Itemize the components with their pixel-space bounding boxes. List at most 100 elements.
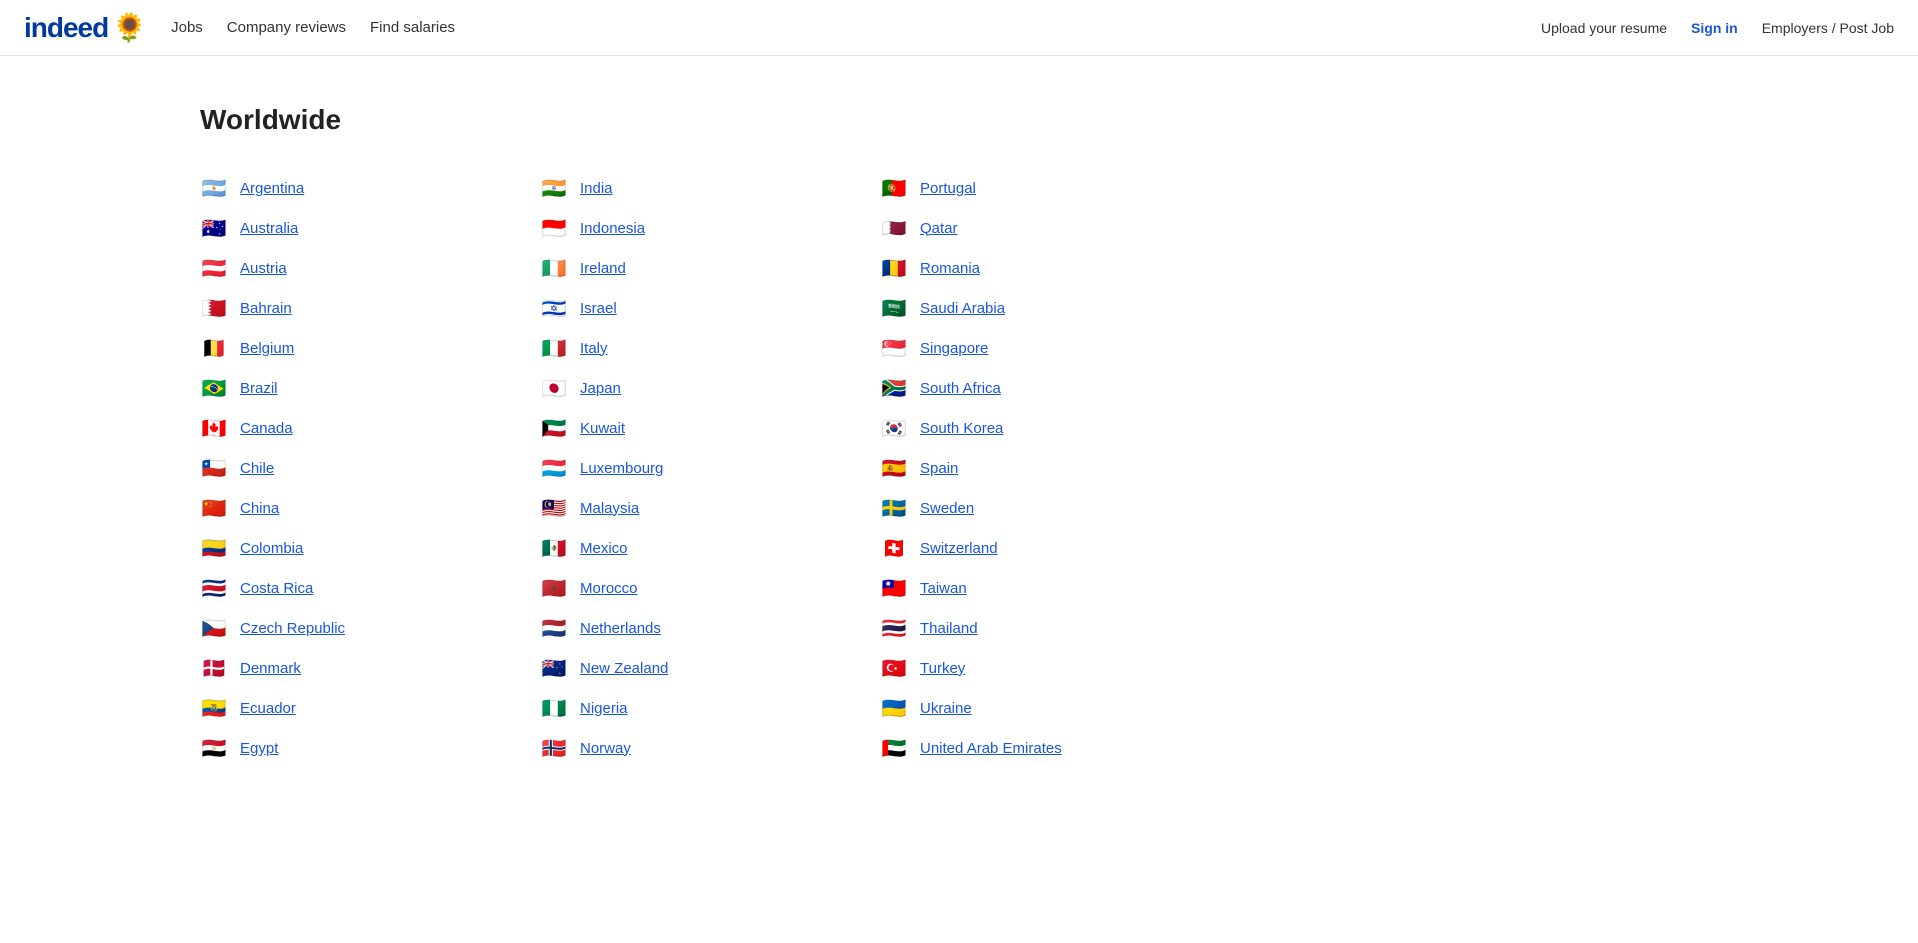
country-link[interactable]: Spain [920,460,958,477]
country-link[interactable]: Ukraine [920,700,972,717]
flag-icon: 🇦🇺 [200,218,228,238]
country-link[interactable]: Austria [240,260,287,277]
country-item[interactable]: 🇧🇷Brazil [200,368,480,408]
country-item[interactable]: 🇮🇪Ireland [540,248,820,288]
country-item[interactable]: 🇲🇾Malaysia [540,488,820,528]
country-link[interactable]: Luxembourg [580,460,663,477]
country-item[interactable]: 🇦🇺 Australia [200,208,480,248]
country-link[interactable]: Morocco [580,580,638,597]
employers-link[interactable]: Employers / Post Job [1762,20,1894,36]
country-link[interactable]: Qatar [920,220,958,237]
country-item[interactable]: 🇨🇴Colombia [200,528,480,568]
country-link[interactable]: Ecuador [240,700,296,717]
country-link[interactable]: Sweden [920,500,974,517]
country-link[interactable]: Brazil [240,380,278,397]
country-link[interactable]: Taiwan [920,580,967,597]
country-item[interactable]: 🇮🇳India [540,168,820,208]
country-item[interactable]: 🇯🇵Japan [540,368,820,408]
country-link[interactable]: Belgium [240,340,294,357]
country-item[interactable]: 🇧🇪Belgium [200,328,480,368]
country-item[interactable]: 🇹🇼Taiwan [880,568,1160,608]
sign-in-button[interactable]: Sign in [1691,20,1738,36]
country-item[interactable]: 🇸🇪Sweden [880,488,1160,528]
country-item[interactable]: 🇩🇰Denmark [200,648,480,688]
country-item[interactable]: 🇸🇬 Singapore [880,328,1160,368]
country-item[interactable]: 🇿🇦South Africa [880,368,1160,408]
country-link[interactable]: Norway [580,740,631,757]
country-link[interactable]: Czech Republic [240,620,345,637]
country-item[interactable]: 🇹🇭Thailand [880,608,1160,648]
country-item[interactable]: 🇪🇬Egypt [200,728,480,768]
country-link[interactable]: Turkey [920,660,965,677]
logo[interactable]: indeed 🌻 [24,11,147,44]
country-link[interactable]: Malaysia [580,500,639,517]
country-item[interactable]: 🇨🇿Czech Republic [200,608,480,648]
country-item[interactable]: 🇦🇷Argentina [200,168,480,208]
flag-icon: 🇸🇬 [880,338,908,358]
country-link[interactable]: Bahrain [240,300,292,317]
country-link[interactable]: Indonesia [580,220,645,237]
country-item[interactable]: 🇺🇦Ukraine [880,688,1160,728]
country-item[interactable]: 🇲🇦Morocco [540,568,820,608]
country-link[interactable]: Portugal [920,180,976,197]
country-link[interactable]: China [240,500,279,517]
country-link[interactable]: Romania [920,260,980,277]
flag-icon: 🇶🇦 [880,218,908,238]
country-item[interactable]: 🇨🇷Costa Rica [200,568,480,608]
nav-find-salaries[interactable]: Find salaries [370,19,455,36]
country-item[interactable]: 🇲🇽Mexico [540,528,820,568]
country-link[interactable]: Canada [240,420,293,437]
country-link[interactable]: Ireland [580,260,626,277]
country-item[interactable]: 🇨🇦Canada [200,408,480,448]
country-link[interactable]: Egypt [240,740,278,757]
upload-resume-link[interactable]: Upload your resume [1541,20,1667,36]
country-item[interactable]: 🇳🇿New Zealand [540,648,820,688]
country-item[interactable]: 🇮🇱Israel [540,288,820,328]
nav-jobs[interactable]: Jobs [171,19,203,36]
country-link[interactable]: Costa Rica [240,580,313,597]
country-link[interactable]: Netherlands [580,620,661,637]
country-link[interactable]: Australia [240,220,298,237]
country-item[interactable]: 🇳🇱Netherlands [540,608,820,648]
country-item[interactable]: 🇳🇬Nigeria [540,688,820,728]
country-item[interactable]: 🇪🇸Spain [880,448,1160,488]
country-item[interactable]: 🇮🇹Italy [540,328,820,368]
country-link[interactable]: New Zealand [580,660,668,677]
country-link[interactable]: United Arab Emirates [920,740,1062,757]
country-item[interactable]: 🇦🇹Austria [200,248,480,288]
country-item[interactable]: 🇸🇦Saudi Arabia [880,288,1160,328]
country-item[interactable]: 🇨🇭Switzerland [880,528,1160,568]
country-link[interactable]: Switzerland [920,540,998,557]
country-link[interactable]: Singapore [920,340,988,357]
country-link[interactable]: India [580,180,613,197]
country-item[interactable]: 🇱🇺Luxembourg [540,448,820,488]
country-link[interactable]: Thailand [920,620,978,637]
country-item[interactable]: 🇦🇪United Arab Emirates [880,728,1160,768]
country-link[interactable]: Israel [580,300,617,317]
country-item[interactable]: 🇧🇭Bahrain [200,288,480,328]
country-link[interactable]: South Korea [920,420,1003,437]
country-link[interactable]: Italy [580,340,608,357]
country-item[interactable]: 🇰🇷South Korea [880,408,1160,448]
country-item[interactable]: 🇹🇷Turkey [880,648,1160,688]
country-link[interactable]: Saudi Arabia [920,300,1005,317]
nav-company-reviews[interactable]: Company reviews [227,19,346,36]
country-link[interactable]: Colombia [240,540,303,557]
country-link[interactable]: Argentina [240,180,304,197]
country-link[interactable]: Kuwait [580,420,625,437]
country-link[interactable]: Denmark [240,660,301,677]
country-item[interactable]: 🇷🇴Romania [880,248,1160,288]
country-link[interactable]: Mexico [580,540,628,557]
country-link[interactable]: Chile [240,460,274,477]
country-item[interactable]: 🇨🇳China [200,488,480,528]
country-link[interactable]: Japan [580,380,621,397]
country-item[interactable]: 🇨🇱Chile [200,448,480,488]
country-item[interactable]: 🇶🇦 Qatar [880,208,1160,248]
country-item[interactable]: 🇪🇨Ecuador [200,688,480,728]
country-link[interactable]: South Africa [920,380,1001,397]
country-item[interactable]: 🇳🇴Norway [540,728,820,768]
country-item[interactable]: 🇰🇼Kuwait [540,408,820,448]
country-link[interactable]: Nigeria [580,700,628,717]
country-item[interactable]: 🇮🇩Indonesia [540,208,820,248]
country-item[interactable]: 🇵🇹Portugal [880,168,1160,208]
